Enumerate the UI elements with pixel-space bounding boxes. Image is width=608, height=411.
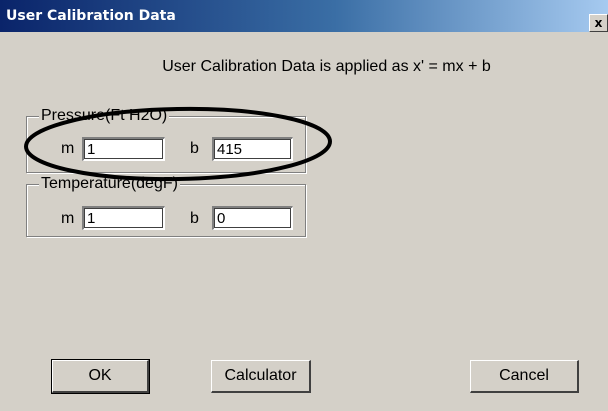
close-button[interactable]: x <box>589 14 608 32</box>
pressure-b-input[interactable] <box>212 137 293 161</box>
temperature-group-label: Temperature(degF) <box>39 174 180 194</box>
calculator-button[interactable]: Calculator <box>211 360 311 393</box>
formula-instruction: User Calibration Data is applied as x' =… <box>162 58 491 75</box>
temperature-m-input[interactable] <box>82 206 165 230</box>
temperature-b-input[interactable] <box>212 206 293 230</box>
pressure-group-label: Pressure(Ft H2O) <box>39 106 170 126</box>
ok-button[interactable]: OK <box>51 359 150 394</box>
cancel-button[interactable]: Cancel <box>470 360 579 393</box>
calibration-dialog: User Calibration Data x User Calibration… <box>0 0 608 411</box>
pressure-m-label: m <box>61 140 75 157</box>
window-title: User Calibration Data <box>6 8 176 24</box>
close-icon: x <box>594 16 603 30</box>
title-bar[interactable]: User Calibration Data x <box>0 0 608 32</box>
pressure-m-input[interactable] <box>82 137 165 161</box>
temperature-b-label: b <box>190 210 199 227</box>
pressure-b-label: b <box>190 140 199 157</box>
temperature-m-label: m <box>61 210 75 227</box>
